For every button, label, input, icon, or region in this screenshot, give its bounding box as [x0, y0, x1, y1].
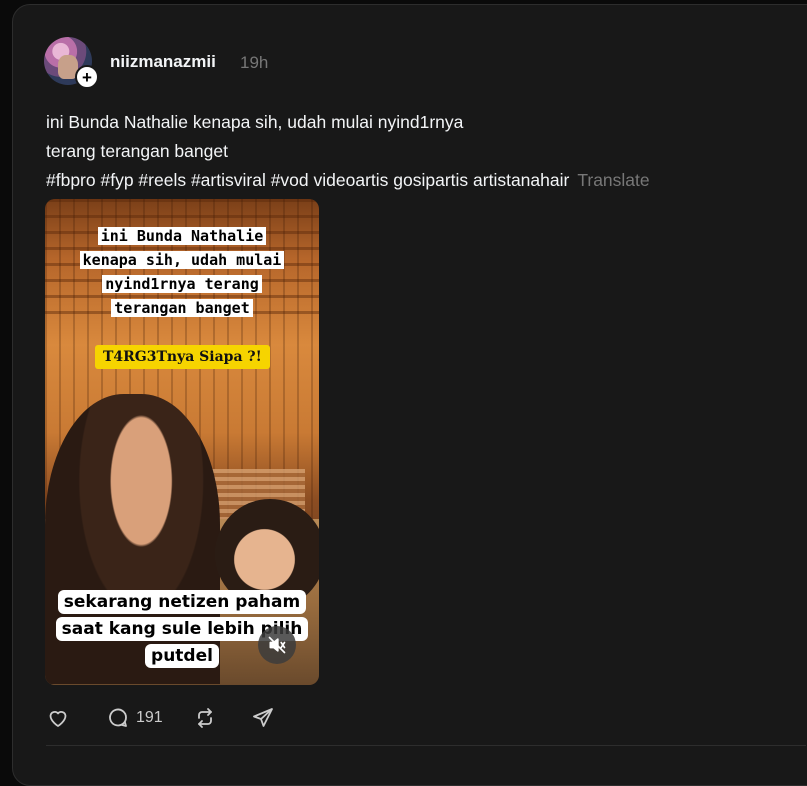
post-caption: ini Bunda Nathalie kenapa sih, udah mula… — [46, 108, 650, 195]
mute-button[interactable] — [258, 626, 296, 664]
post-actions: 191 — [46, 706, 275, 730]
heart-icon — [49, 711, 67, 727]
comment-count: 191 — [136, 709, 163, 726]
video-player[interactable]: ini Bunda Nathalie kenapa sih, udah mula… — [45, 199, 319, 685]
comment-button[interactable]: 191 — [106, 706, 163, 730]
muted-speaker-icon — [268, 636, 286, 654]
avatar-container[interactable]: + — [44, 37, 99, 89]
like-button[interactable] — [46, 706, 70, 730]
caption-line-1: ini Bunda Nathalie kenapa sih, udah mula… — [46, 112, 464, 132]
repost-icon — [197, 708, 212, 728]
video-yellow-tag: T4RG3Tnya Siapa ?! — [95, 345, 270, 369]
share-button[interactable] — [251, 706, 275, 730]
video-title-overlay: ini Bunda Nathalie kenapa sih, udah mula… — [72, 224, 292, 320]
follow-plus-icon[interactable]: + — [75, 65, 99, 89]
share-icon — [252, 708, 273, 727]
video-title-text: ini Bunda Nathalie kenapa sih, udah mula… — [79, 227, 285, 317]
caption-hashtags[interactable]: #fbpro #fyp #reels #artisviral #vod vide… — [46, 170, 569, 190]
caption-hashtags-row: #fbpro #fyp #reels #artisviral #vod vide… — [46, 166, 650, 195]
post-divider — [46, 745, 806, 746]
translate-button[interactable]: Translate — [577, 170, 649, 190]
repost-button[interactable] — [193, 706, 217, 730]
caption-line-2: terang terangan banget — [46, 141, 228, 161]
username[interactable]: niizmanazmii — [110, 52, 216, 72]
comment-icon — [109, 708, 127, 727]
post-timestamp[interactable]: 19h — [240, 53, 268, 73]
